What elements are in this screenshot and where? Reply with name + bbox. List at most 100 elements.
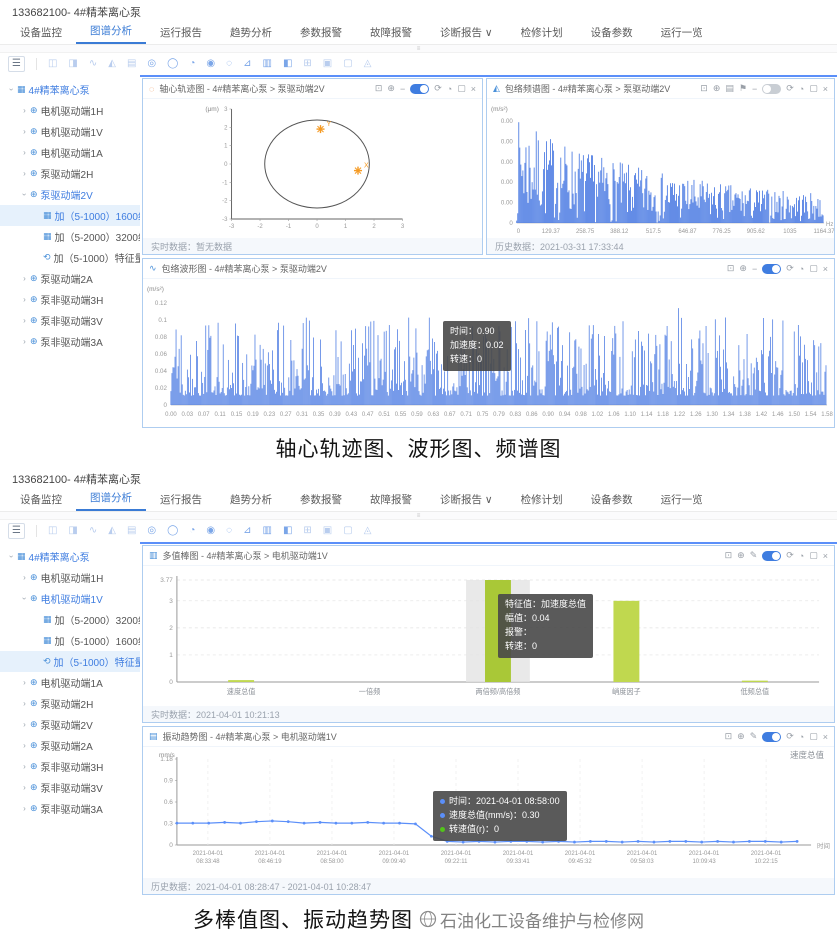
minimize-icon[interactable]: − bbox=[752, 264, 757, 274]
collapse-strip[interactable]: ≡ bbox=[0, 45, 837, 53]
tab-设备参数[interactable]: 设备参数 bbox=[577, 492, 647, 511]
tree-item-泵驱动端2A[interactable]: ›⊕泵驱动端2A bbox=[0, 268, 140, 289]
table-icon[interactable]: ⊞ bbox=[303, 524, 311, 538]
multibar-icon[interactable]: ▥ bbox=[262, 524, 271, 538]
tree-item-加（5-1000）1600线…[interactable]: ▦加（5-1000）1600线… bbox=[0, 630, 140, 651]
tab-设备监控[interactable]: 设备监控 bbox=[6, 25, 76, 44]
refresh-icon[interactable]: ⟳ bbox=[786, 83, 794, 94]
panel-toggle[interactable] bbox=[762, 264, 781, 274]
tab-故障报警[interactable]: 故障报警 bbox=[356, 492, 426, 511]
maximize-icon[interactable]: ▢ bbox=[457, 83, 466, 94]
single-axis-icon[interactable]: ◫ bbox=[48, 524, 57, 538]
tab-运行报告[interactable]: 运行报告 bbox=[146, 492, 216, 511]
tree-collapse-icon[interactable]: ☰ bbox=[8, 56, 25, 72]
maximize-icon[interactable]: ▢ bbox=[809, 731, 818, 742]
orbit-icon[interactable]: ◎ bbox=[147, 57, 156, 71]
tree-item-泵驱动端2H[interactable]: ›⊕泵驱动端2H bbox=[0, 693, 140, 714]
multibar-chart[interactable]: 01233.77速度总值一倍频两倍频/高倍频峭度因子低频总值 bbox=[143, 566, 834, 706]
tab-检修计划[interactable]: 检修计划 bbox=[507, 492, 577, 511]
tree-item-加（5-1000）1600线…[interactable]: ▦加（5-1000）1600线… bbox=[0, 205, 140, 226]
tab-参数报警[interactable]: 参数报警 bbox=[286, 25, 356, 44]
link-icon[interactable]: ◬ bbox=[364, 524, 372, 538]
maximize-icon[interactable]: ▢ bbox=[809, 550, 818, 561]
tab-运行报告[interactable]: 运行报告 bbox=[146, 25, 216, 44]
cascade-icon[interactable]: ◌ bbox=[226, 524, 232, 538]
caret-collapsed-icon[interactable]: › bbox=[19, 720, 30, 729]
polar-icon[interactable]: ◯ bbox=[167, 57, 178, 71]
report-icon[interactable]: ▤ bbox=[725, 83, 734, 94]
tab-诊断报告 ∨[interactable]: 诊断报告 ∨ bbox=[426, 492, 507, 511]
close-icon[interactable]: × bbox=[471, 84, 476, 94]
edit-icon[interactable]: ✎ bbox=[750, 731, 758, 742]
crosshair-icon[interactable]: ⊕ bbox=[739, 263, 747, 274]
tree-item-泵非驱动端3H[interactable]: ›⊕泵非驱动端3H bbox=[0, 289, 140, 310]
dual-axis-icon[interactable]: ◨ bbox=[68, 524, 77, 538]
tree-item-加（5-2000）3200线…[interactable]: ▦加（5-2000）3200线… bbox=[0, 609, 140, 630]
orbit-chart[interactable]: (μm)-3-2-10123-3-2-10123YX bbox=[143, 99, 482, 238]
compare-icon[interactable]: ◧ bbox=[283, 57, 292, 71]
tab-趋势分析[interactable]: 趋势分析 bbox=[216, 492, 286, 511]
waveform-icon[interactable]: ∿ bbox=[89, 524, 97, 538]
tree-item-泵驱动端2H[interactable]: ›⊕泵驱动端2H bbox=[0, 163, 140, 184]
caret-collapsed-icon[interactable]: › bbox=[19, 274, 30, 283]
tree-item-4#精苯离心泵[interactable]: ›▦4#精苯离心泵 bbox=[0, 546, 140, 567]
compare-icon[interactable]: ◧ bbox=[283, 524, 292, 538]
caret-collapsed-icon[interactable]: › bbox=[19, 316, 30, 325]
popout-icon[interactable]: ⊡ bbox=[700, 83, 708, 94]
tree-item-电机驱动端1H[interactable]: ›⊕电机驱动端1H bbox=[0, 567, 140, 588]
link-icon[interactable]: ◬ bbox=[364, 57, 372, 71]
close-icon[interactable]: × bbox=[823, 84, 828, 94]
refresh-icon[interactable]: ⟳ bbox=[786, 731, 794, 742]
maximize-icon[interactable]: ▢ bbox=[809, 263, 818, 274]
polar-icon[interactable]: ◯ bbox=[167, 524, 178, 538]
tree-item-泵驱动端2A[interactable]: ›⊕泵驱动端2A bbox=[0, 735, 140, 756]
orbit-icon[interactable]: ◎ bbox=[147, 524, 156, 538]
tab-检修计划[interactable]: 检修计划 bbox=[507, 25, 577, 44]
close-icon[interactable]: × bbox=[823, 264, 828, 274]
report-icon[interactable]: ▣ bbox=[323, 57, 332, 71]
tree-item-电机驱动端1A[interactable]: ›⊕电机驱动端1A bbox=[0, 142, 140, 163]
caret-collapsed-icon[interactable]: › bbox=[19, 741, 30, 750]
caret-expanded-icon[interactable]: › bbox=[20, 593, 29, 604]
tab-图谱分析[interactable]: 图谱分析 bbox=[76, 490, 146, 511]
caret-collapsed-icon[interactable]: › bbox=[19, 699, 30, 708]
trend-icon[interactable]: ⊿ bbox=[243, 57, 251, 71]
tab-诊断报告 ∨[interactable]: 诊断报告 ∨ bbox=[426, 25, 507, 44]
shaft-position-icon[interactable]: ◉ bbox=[206, 524, 215, 538]
tree-item-电机驱动端1H[interactable]: ›⊕电机驱动端1H bbox=[0, 100, 140, 121]
tab-运行一览[interactable]: 运行一览 bbox=[647, 25, 717, 44]
tab-设备参数[interactable]: 设备参数 bbox=[577, 25, 647, 44]
tab-趋势分析[interactable]: 趋势分析 bbox=[216, 25, 286, 44]
caret-collapsed-icon[interactable]: › bbox=[19, 127, 30, 136]
tree-item-电机驱动端1V[interactable]: ›⊕电机驱动端1V bbox=[0, 588, 140, 609]
tree-item-泵非驱动端3V[interactable]: ›⊕泵非驱动端3V bbox=[0, 777, 140, 798]
history-icon[interactable]: ◔ bbox=[799, 264, 804, 274]
trend-icon[interactable]: ⊿ bbox=[243, 524, 251, 538]
waveform-icon[interactable]: ∿ bbox=[89, 57, 97, 71]
tree-item-泵驱动端2V[interactable]: ›⊕泵驱动端2V bbox=[0, 184, 140, 205]
popout-icon[interactable]: ⊡ bbox=[725, 731, 733, 742]
tab-设备监控[interactable]: 设备监控 bbox=[6, 492, 76, 511]
caret-collapsed-icon[interactable]: › bbox=[19, 783, 30, 792]
multibar-icon[interactable]: ▥ bbox=[262, 57, 271, 71]
waterfall-icon[interactable]: ▤ bbox=[127, 524, 136, 538]
window-icon[interactable]: ▢ bbox=[343, 524, 352, 538]
tree-item-加（5-2000）3200线…[interactable]: ▦加（5-2000）3200线… bbox=[0, 226, 140, 247]
caret-collapsed-icon[interactable]: › bbox=[19, 169, 30, 178]
caret-collapsed-icon[interactable]: › bbox=[19, 678, 30, 687]
panel-toggle[interactable] bbox=[762, 551, 781, 561]
spectrum-icon[interactable]: ◭ bbox=[108, 524, 116, 538]
tree-item-泵非驱动端3A[interactable]: ›⊕泵非驱动端3A bbox=[0, 331, 140, 352]
tab-故障报警[interactable]: 故障报警 bbox=[356, 25, 426, 44]
table-icon[interactable]: ⊞ bbox=[303, 57, 311, 71]
history-icon[interactable]: ◔ bbox=[799, 732, 804, 742]
panel-toggle[interactable] bbox=[762, 732, 781, 742]
bode-icon[interactable]: ◔ bbox=[189, 524, 195, 538]
minimize-icon[interactable]: − bbox=[400, 84, 405, 94]
tree-item-泵驱动端2V[interactable]: ›⊕泵驱动端2V bbox=[0, 714, 140, 735]
caret-collapsed-icon[interactable]: › bbox=[19, 573, 30, 582]
tree-item-加（5-1000）特征量[interactable]: ⟲加（5-1000）特征量 bbox=[0, 247, 140, 268]
maximize-icon[interactable]: ▢ bbox=[809, 83, 818, 94]
close-icon[interactable]: × bbox=[823, 732, 828, 742]
panel-toggle[interactable] bbox=[762, 84, 781, 94]
